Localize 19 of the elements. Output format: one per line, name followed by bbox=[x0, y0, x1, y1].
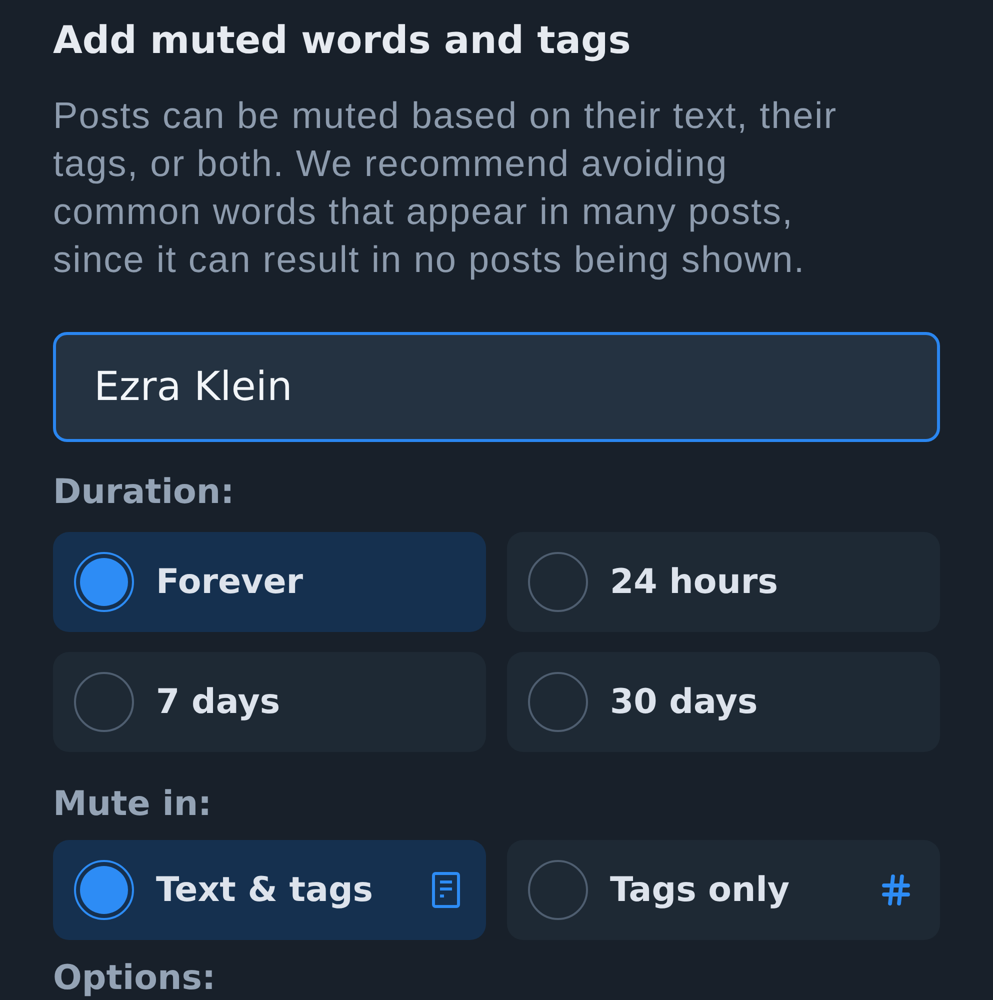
radio-option[interactable]: 30 days bbox=[507, 652, 940, 752]
radio-option[interactable]: 24 hours bbox=[507, 532, 940, 632]
description-text: Posts can be muted based on their text, their tags, or both. We recommend avoiding common words that appear in many posts, since it can result in no posts being shown. bbox=[53, 94, 838, 282]
radio-icon bbox=[528, 672, 588, 732]
radio-icon bbox=[74, 860, 134, 920]
radio-option[interactable]: Text & tags bbox=[53, 840, 486, 940]
dialog-title: Add muted words and tags bbox=[53, 17, 631, 64]
radio-option[interactable]: Forever bbox=[53, 532, 486, 632]
radio-icon bbox=[74, 552, 134, 612]
radio-option[interactable]: 7 days bbox=[53, 652, 486, 752]
document-icon bbox=[432, 872, 460, 908]
mute-in-label: Mute in: bbox=[53, 784, 212, 824]
word-input-field[interactable]: Ezra Klein bbox=[53, 332, 940, 442]
radio-icon bbox=[74, 672, 134, 732]
radio-icon bbox=[528, 860, 588, 920]
radio-icon bbox=[528, 552, 588, 612]
radio-option[interactable]: Tags only bbox=[507, 840, 940, 940]
options-label: Options: bbox=[53, 958, 216, 998]
duration-label: Duration: bbox=[53, 472, 234, 512]
